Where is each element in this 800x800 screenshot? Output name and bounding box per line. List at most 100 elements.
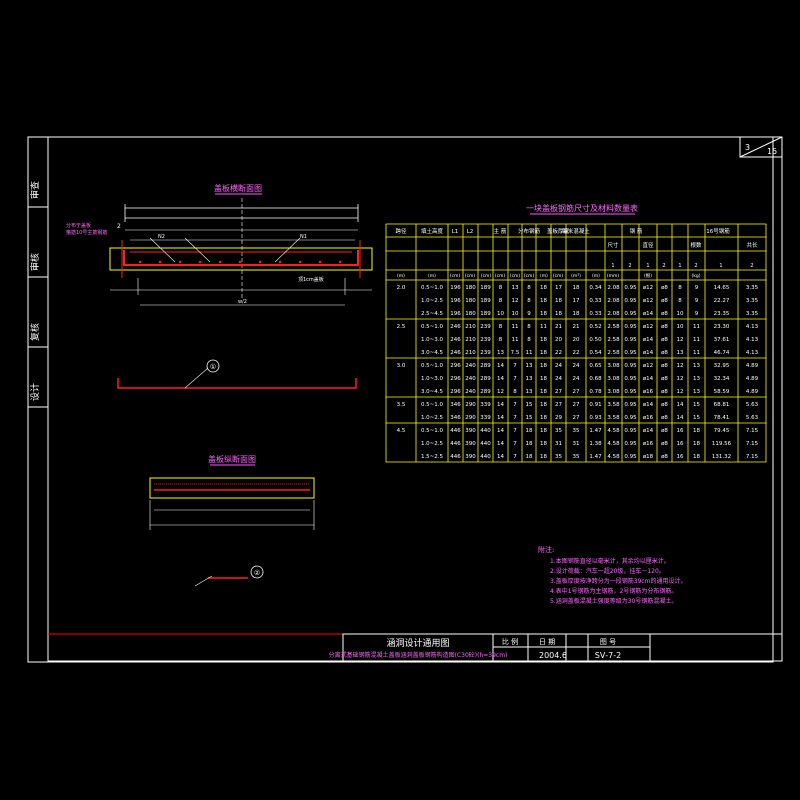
drawing-no-value: SⅤ-7-2 — [595, 651, 622, 660]
table-cell: 14 — [497, 428, 504, 434]
table-cell: 3.08 — [607, 363, 620, 369]
table-cell: 18 — [540, 454, 547, 460]
table-cell: 0.52 — [589, 324, 601, 330]
table-unit-5: (cm) — [495, 273, 506, 279]
table-cell: 7.15 — [746, 441, 759, 447]
table-cell: 210 — [465, 337, 476, 343]
table-cell: 18 — [526, 454, 533, 460]
table-cell: 4.89 — [746, 376, 759, 382]
table-cell: 2.58 — [607, 324, 620, 330]
note-half-width: w/2 — [238, 299, 247, 305]
table-cell: 4.13 — [746, 324, 759, 330]
table-cell: 21 — [573, 324, 580, 330]
table-cell: ø12 — [643, 324, 653, 330]
table-cell: 16 — [677, 454, 684, 460]
table-cell: 2.08 — [607, 311, 620, 317]
table-cell: 14.65 — [714, 285, 730, 291]
table-cell: 22.27 — [714, 298, 730, 304]
table-cell: 390 — [465, 441, 476, 447]
table-cell: 17 — [573, 298, 580, 304]
table-cell: 10 — [677, 324, 684, 330]
table-header-0: 跨径 — [395, 227, 407, 235]
table-cell: 21 — [555, 324, 562, 330]
table-col-index-2: 1 — [646, 263, 649, 269]
table-cell: 15 — [526, 415, 533, 421]
table-cell: 246 — [450, 337, 461, 343]
table-cell: 15 — [693, 415, 700, 421]
table-header-5: 分布钢筋 — [518, 227, 541, 235]
table-cell: 1.0~2.5 — [421, 298, 444, 304]
table-cell: 18 — [540, 337, 547, 343]
table-cell: 35 — [555, 428, 562, 434]
table-cell: 32.34 — [714, 376, 730, 382]
table-cell: 14 — [497, 415, 504, 421]
table-cell: 0.95 — [624, 285, 637, 291]
table-cell: 0.5~1.0 — [421, 428, 444, 434]
notes-heading: 附注: — [538, 545, 554, 554]
table-cell: 0.78 — [589, 389, 602, 395]
table-cell: 240 — [465, 376, 476, 382]
table-cell: 24 — [555, 363, 562, 369]
date-value: 2004.6 — [539, 651, 567, 660]
table-cell: 58.59 — [714, 389, 730, 395]
notes-block: 附注: 1.本图钢筋直径以毫米计，其余均以厘米计。 2.设计荷载：汽车一超20级… — [538, 545, 687, 605]
note-n2: N2 — [158, 234, 165, 240]
table-cell: 11 — [512, 324, 519, 330]
table-cell: 0.33 — [589, 298, 602, 304]
sheet-page-total: 15 — [767, 147, 777, 156]
table-cell: ø8 — [661, 298, 668, 304]
table-cell: 7.5 — [511, 350, 520, 356]
title-block: 涵洞设计通用图 分离式基础钢筋混凝土盖板涵洞盖板钢筋构造图(C30砼)(h=39… — [329, 633, 783, 662]
table-cell: 7 — [513, 402, 517, 408]
table-cell: 7 — [513, 441, 517, 447]
table-cell: 446 — [450, 441, 461, 447]
note-top-cover: 顶1cm盖板 — [298, 276, 324, 283]
table-cell: 189 — [480, 298, 491, 304]
table-cell: 2.58 — [607, 337, 620, 343]
table-cell: 18 — [573, 311, 580, 317]
table-cell: 18 — [540, 311, 547, 317]
table-cell: 13 — [497, 350, 504, 356]
table-cell: 18 — [540, 298, 547, 304]
table-cell: 8 — [499, 285, 503, 291]
table-cell: 3.35 — [746, 311, 759, 317]
table-cell: 119.56 — [712, 441, 732, 447]
table-unit-6: (cm) — [510, 273, 521, 279]
table-cell: 3.35 — [746, 285, 759, 291]
table-cell: 18 — [526, 428, 533, 434]
table-cell: 296 — [450, 363, 461, 369]
table-cell: 8 — [527, 324, 531, 330]
table-cell: 9 — [695, 285, 699, 291]
table-header-1: 填土高度 — [421, 227, 444, 235]
table-col-index-5: 2 — [694, 263, 697, 269]
review-strip: 审查 审核 复核 设计 — [27, 136, 49, 408]
note-line-2: 2.设计荷载：汽车一超20级，挂车－120。 — [550, 567, 665, 575]
table-cell: 4.13 — [746, 337, 759, 343]
table-col-index-7: 2 — [750, 263, 753, 269]
table-cell: 0.5~1.0 — [421, 363, 444, 369]
table-cell: 1.0~2.5 — [421, 441, 444, 447]
table-cell: 16 — [677, 441, 684, 447]
table-cell: 7.15 — [746, 428, 759, 434]
table-cell: 35 — [573, 428, 580, 434]
table-header-7: 每米混凝土 — [562, 227, 590, 235]
table-cell: 10 — [512, 311, 519, 317]
table-cell: 339 — [480, 402, 491, 408]
table-cell: 20 — [555, 337, 562, 343]
table-cell: 7 — [513, 428, 517, 434]
table-cell: 289 — [480, 376, 491, 382]
table-cell: ø14 — [643, 428, 654, 434]
table-cell: ø8 — [661, 389, 668, 395]
table-cell: 0.5~1.0 — [421, 402, 444, 408]
table-cell: 11 — [540, 324, 547, 330]
table-col-index-0: 1 — [611, 263, 614, 269]
table-cell: 31 — [573, 441, 580, 447]
table-cell: 0.95 — [624, 402, 637, 408]
table-col-index-6: 1 — [719, 263, 722, 269]
scale-label: 比 例 — [502, 637, 518, 646]
table-cell: 13 — [526, 376, 533, 382]
table-cell: 7 — [513, 376, 517, 382]
table-cell: 18 — [540, 285, 547, 291]
drawing-no-label: 图 号 — [600, 638, 616, 646]
table-cell: ø16 — [643, 415, 654, 421]
